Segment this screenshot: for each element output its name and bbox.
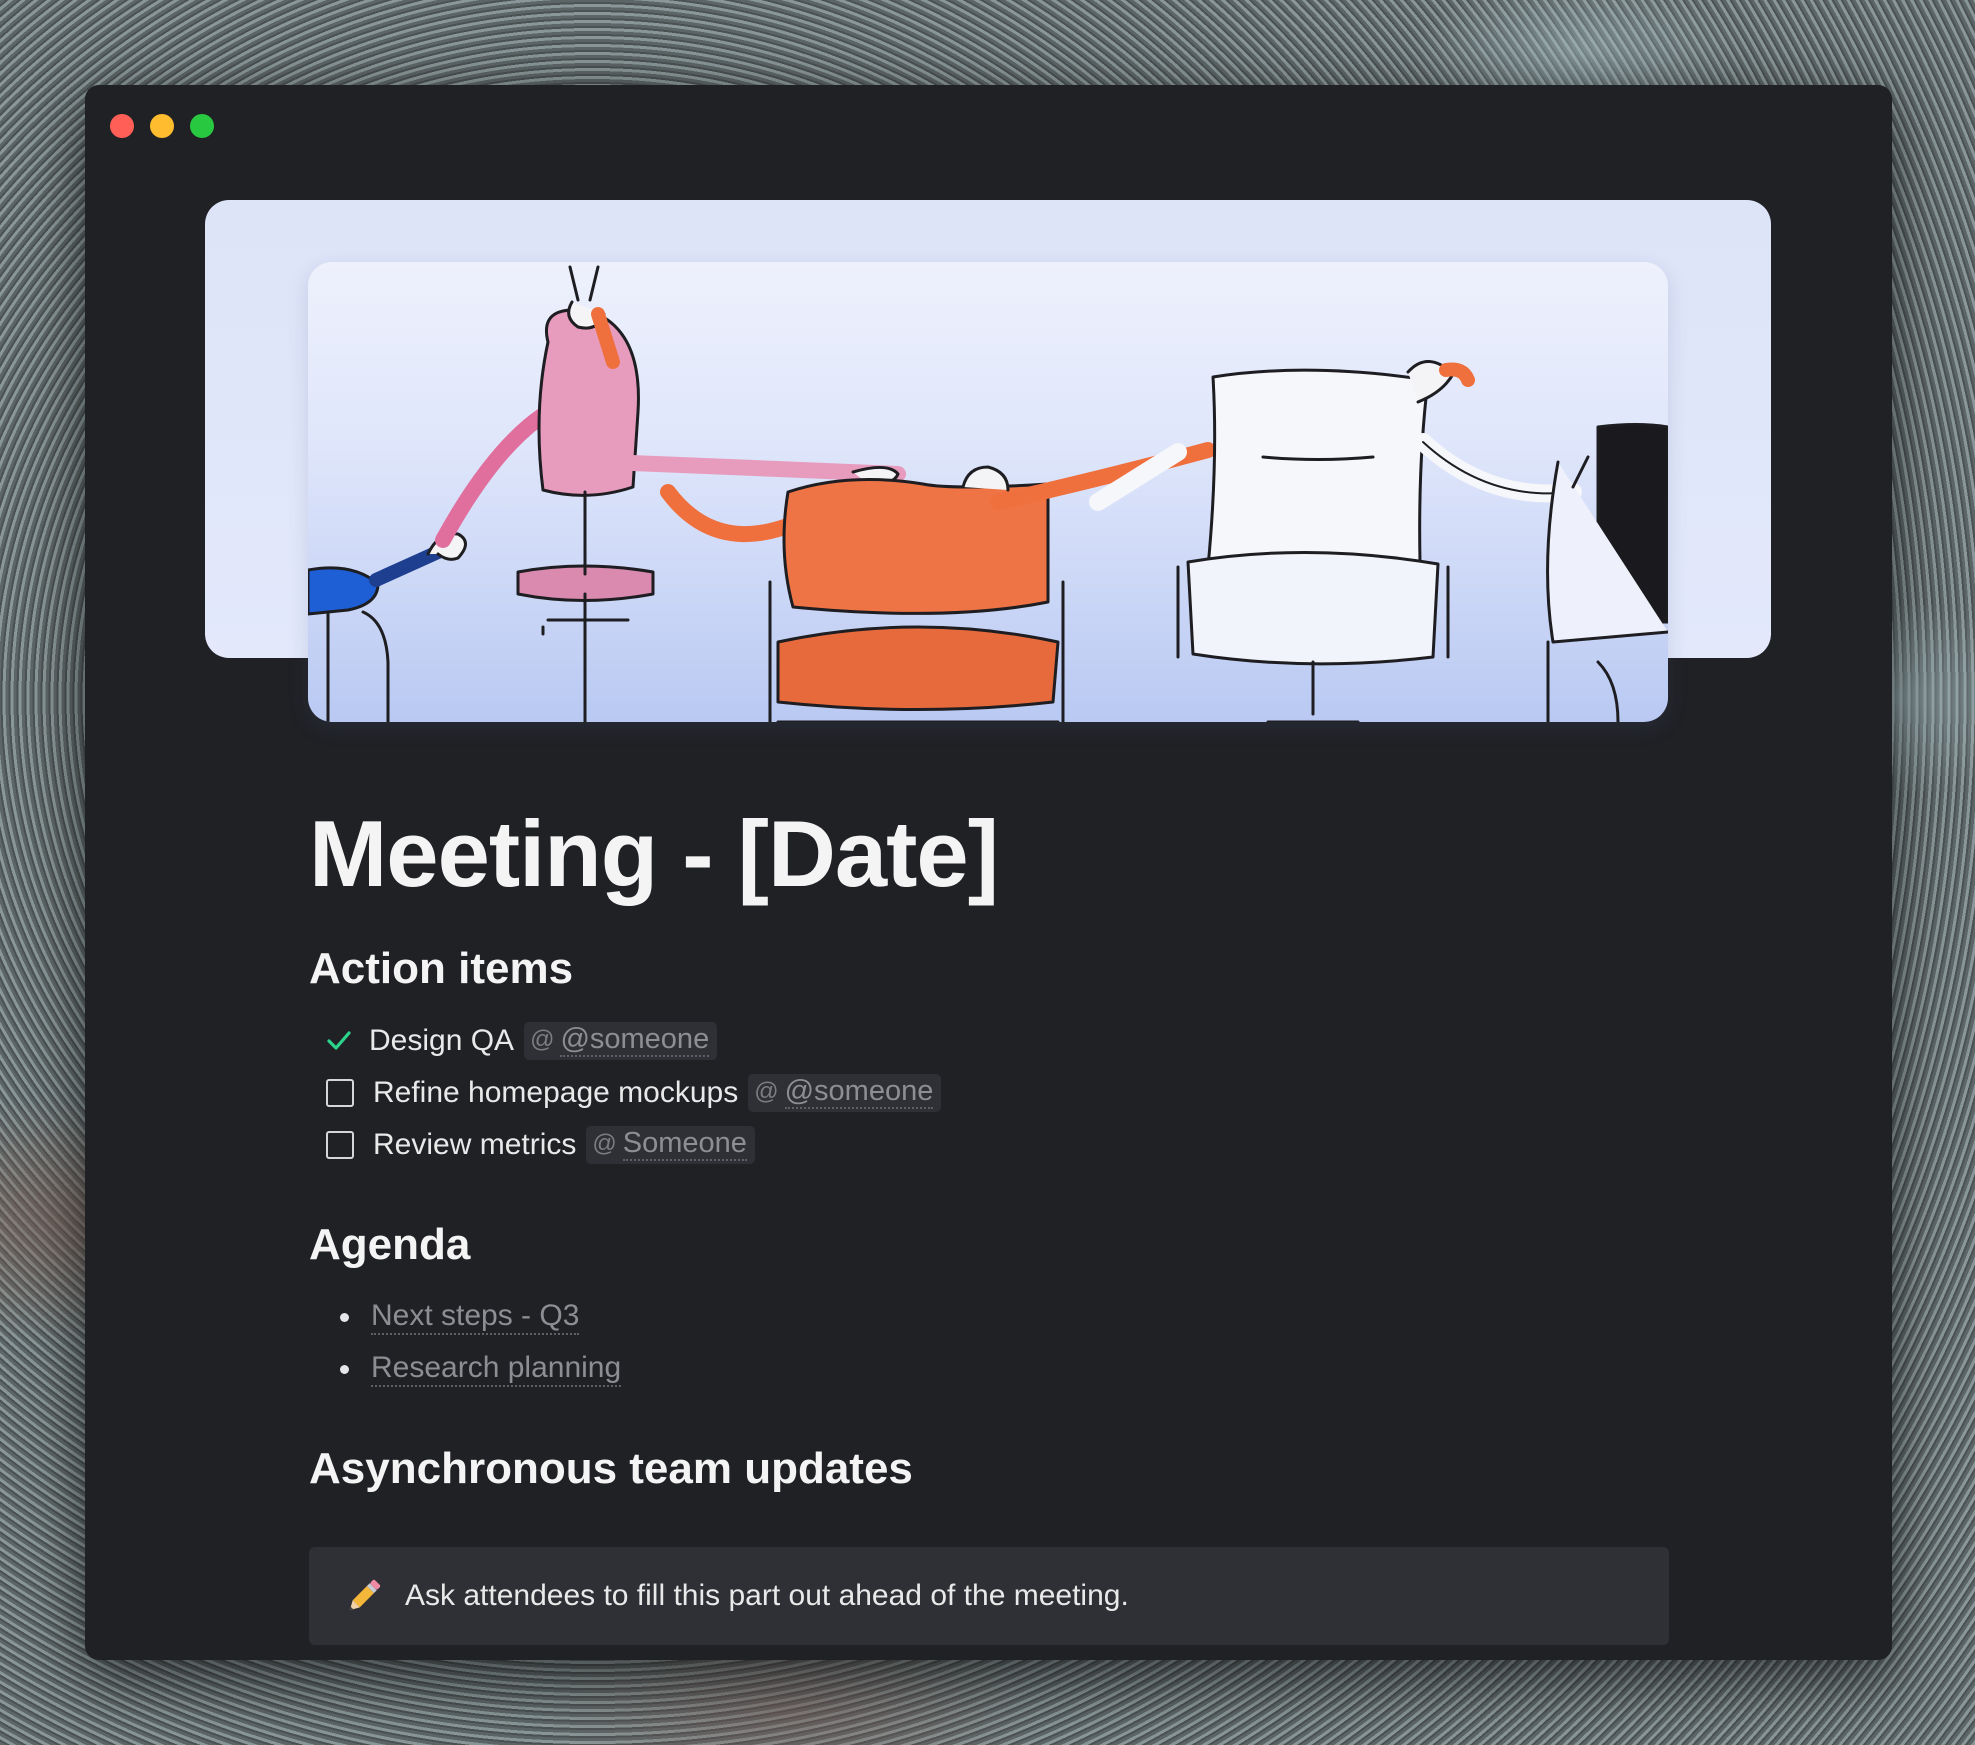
checkbox-icon[interactable]: [326, 1079, 354, 1107]
callout-text: Ask attendees to fill this part out ahea…: [405, 1579, 1129, 1612]
checkmark-icon[interactable]: [325, 1027, 353, 1055]
page-link[interactable]: Research planning: [371, 1351, 622, 1388]
todo-item[interactable]: Design QA @ @someone: [309, 1015, 941, 1067]
callout-block[interactable]: Ask attendees to fill this part out ahea…: [309, 1547, 1669, 1645]
list-item: Next steps - Q3: [309, 1291, 621, 1343]
todo-label: Refine homepage mockups: [373, 1076, 739, 1109]
async-updates-heading: Asynchronous team updates: [309, 1444, 913, 1493]
action-items-heading: Action items: [309, 944, 574, 993]
mention-name: Someone: [622, 1127, 747, 1162]
agenda-heading: Agenda: [309, 1220, 471, 1269]
page-cover-illustration[interactable]: [308, 262, 1668, 722]
window-controls: [110, 114, 214, 138]
mention-name: @someone: [784, 1075, 934, 1110]
list-item: Research planning: [309, 1343, 622, 1395]
app-window: Meeting - [Date] Action items Design QA …: [85, 85, 1892, 1660]
agenda-list: Next steps - Q3 Research planning: [309, 1291, 622, 1395]
maximize-window-button[interactable]: [190, 114, 214, 138]
mention-name: @someone: [560, 1023, 710, 1058]
chairs-illustration: [308, 265, 1668, 722]
user-mention[interactable]: @ Someone: [586, 1125, 755, 1165]
todo-item[interactable]: Review metrics @ Someone: [309, 1119, 941, 1171]
user-mention[interactable]: @ @someone: [748, 1073, 942, 1113]
action-items-list: Design QA @ @someone Refine homepage moc…: [309, 1015, 942, 1171]
page-title[interactable]: Meeting - [Date]: [309, 807, 999, 901]
at-icon: @: [754, 1078, 779, 1106]
page-link[interactable]: Next steps - Q3: [371, 1299, 580, 1336]
at-icon: @: [530, 1026, 555, 1054]
checkbox-icon[interactable]: [326, 1131, 354, 1159]
bullet-icon: [340, 1364, 349, 1374]
close-window-button[interactable]: [110, 114, 134, 138]
pencil-icon[interactable]: [343, 1575, 385, 1617]
bullet-icon: [340, 1312, 349, 1322]
todo-label: Design QA: [369, 1024, 515, 1057]
at-icon: @: [592, 1130, 617, 1158]
todo-item[interactable]: Refine homepage mockups @ @someone: [309, 1067, 942, 1119]
minimize-window-button[interactable]: [150, 114, 174, 138]
user-mention[interactable]: @ @someone: [524, 1021, 718, 1061]
todo-label: Review metrics: [373, 1128, 577, 1161]
